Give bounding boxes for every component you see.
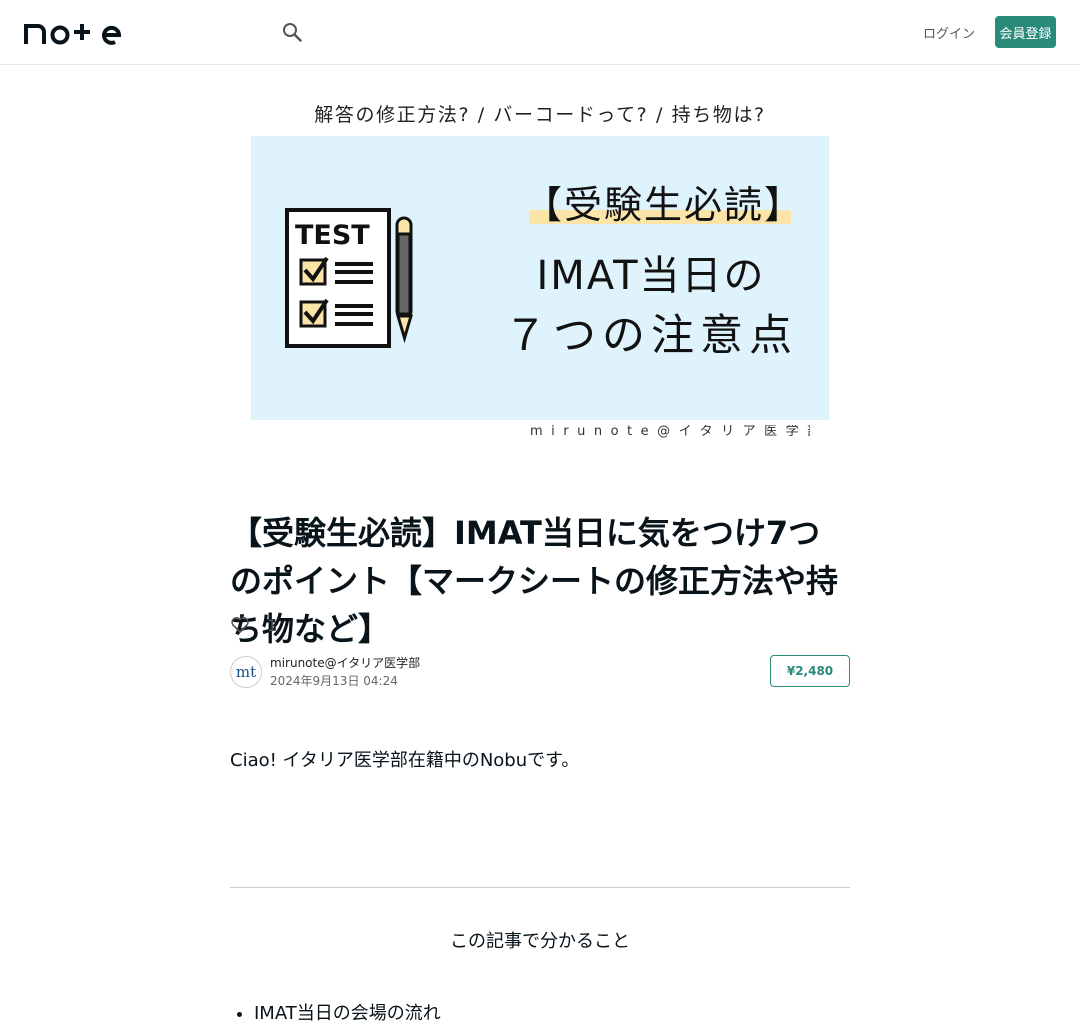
toc-list: IMAT当日の会場の流れ [254, 1002, 850, 1024]
hero-banner: TEST 【受験生必読】 IMAT当日の ７つの注意点 [251, 136, 829, 420]
price-button[interactable]: ¥2,480 [770, 655, 850, 687]
author-info: mt mirunote@イタリア医学部 2024年9月13日 04:24 [230, 655, 420, 689]
hero-title-line3: ７つの注意点 [504, 311, 798, 361]
test-label: TEST [295, 220, 370, 251]
hero-title-line1: 【受験生必読】 [523, 183, 804, 227]
site-header: ログイン 会員登録 [0, 0, 1080, 65]
heart-icon[interactable] [230, 615, 250, 635]
divider [230, 887, 850, 888]
avatar-logo-icon: mt [236, 663, 256, 681]
like-area: 1 [230, 613, 277, 637]
svg-text:mt: mt [236, 663, 256, 681]
signup-button[interactable]: 会員登録 [995, 16, 1056, 48]
post-date: 2024年9月13日 04:24 [270, 674, 398, 688]
article-intro: Ciao! イタリア医学部在籍中のNobuです。 [230, 750, 580, 771]
login-link[interactable]: ログイン [920, 20, 978, 44]
article-title: 【受験生必読】IMAT当日に気をつけ7つのポイント【マークシートの修正方法や持ち… [230, 514, 839, 648]
search-button[interactable] [278, 18, 306, 46]
hero-caption: 解答の修正方法? / バーコードって? / 持ち物は? [314, 104, 766, 126]
author-meta: mirunote@イタリア医学部 2024年9月13日 04:24 [270, 654, 420, 690]
pencil-icon [395, 216, 414, 344]
hero-credit: mirunote@イタリア医学部 [530, 425, 810, 439]
like-count: 1 [267, 615, 278, 635]
avatar[interactable]: mt [230, 656, 262, 688]
hero-title-badge: 【受験生必読】 [519, 180, 809, 230]
test-checklist-icon: TEST [285, 208, 414, 348]
hero-title-line2: IMAT当日の [536, 253, 766, 299]
note-logo[interactable] [24, 20, 124, 46]
search-icon [283, 23, 302, 42]
author-name[interactable]: mirunote@イタリア医学部 [270, 654, 420, 672]
toc-item[interactable]: IMAT当日の会場の流れ [254, 1002, 850, 1024]
toc-title: この記事で分かること [450, 931, 630, 952]
hero-image: 解答の修正方法? / バーコードって? / 持ち物は? TEST 【受験生必読】… [250, 100, 830, 445]
